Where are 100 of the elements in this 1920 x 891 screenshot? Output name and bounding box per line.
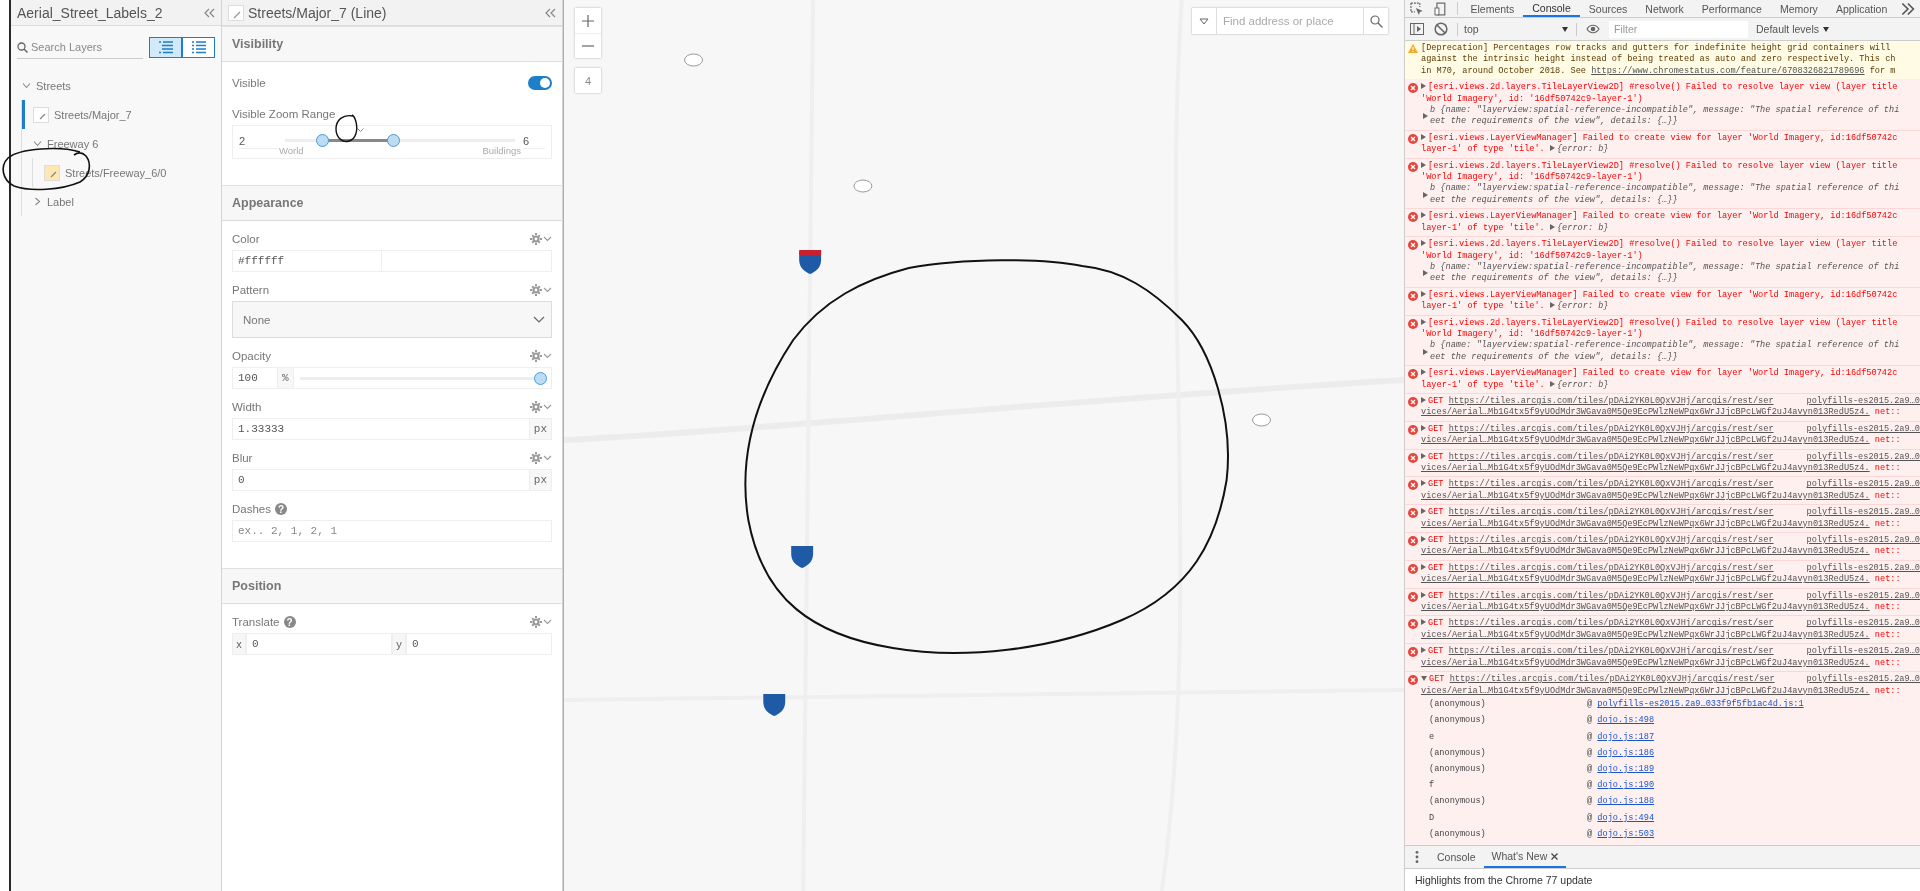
request-url[interactable]: vices/Aerial…Mb1G4tx5f9yUOdMdr3WGava0M5Qe9EcPWlzNeWPqx6WrJJjcBPcLWGf2uJ4avyn013RedU5z4. bbox=[1421, 435, 1870, 446]
disclosure-triangle-icon[interactable] bbox=[1421, 369, 1426, 376]
levels-dropdown[interactable]: Default levels bbox=[1756, 23, 1830, 35]
list-view-button[interactable] bbox=[149, 37, 182, 58]
disclosure-triangle-icon[interactable] bbox=[1549, 302, 1555, 309]
settings-dropdown-icon[interactable] bbox=[530, 284, 552, 296]
stack-source-link[interactable]: dojo.js:187 bbox=[1597, 731, 1655, 744]
stack-source-link[interactable]: polyfills-es2015.2a9…033f9f5fb1ac4d.js:1 bbox=[1597, 699, 1804, 711]
zoom-in-button[interactable] bbox=[575, 8, 601, 33]
request-url[interactable]: https://tiles.arcgis.com/tiles/pDAi2YK0L0QxVJHj/arcgis/rest/ser bbox=[1448, 618, 1774, 629]
disclosure-triangle-icon[interactable] bbox=[1421, 212, 1426, 219]
devtools-tab[interactable]: Application bbox=[1826, 0, 1897, 17]
source-link[interactable]: polyfills-es2015.2a9…0 bbox=[1806, 590, 1920, 603]
stack-source-link[interactable]: dojo.js:189 bbox=[1597, 764, 1655, 776]
input-field[interactable]: 0 bbox=[246, 633, 392, 655]
disclosure-triangle-icon[interactable] bbox=[1549, 145, 1555, 152]
request-url[interactable]: https://tiles.arcgis.com/tiles/pDAi2YK0L0QxVJHj/arcgis/rest/ser bbox=[1449, 674, 1775, 685]
request-url[interactable]: vices/Aerial…Mb1G4tx5f9yUOdMdr3WGava0M5Qe9EcPWlzNeWPqx6WrJJjcBPcLWGf2uJ4avyn013RedU5z4. bbox=[1421, 657, 1870, 668]
object-preview[interactable]: {error: b} bbox=[1556, 379, 1609, 390]
list-view-button[interactable] bbox=[182, 37, 215, 58]
collapse-icon[interactable] bbox=[544, 7, 556, 18]
console-link[interactable]: https://www.chromestatus.com/feature/6708326821789696 bbox=[1591, 65, 1865, 76]
collapse-icon[interactable] bbox=[203, 7, 215, 18]
tree-item[interactable]: Label bbox=[22, 187, 221, 216]
source-link[interactable]: polyfills-es2015.2a9…0 bbox=[1806, 451, 1920, 463]
devtools-tab[interactable]: Memory bbox=[1770, 0, 1827, 17]
request-url[interactable]: https://tiles.arcgis.com/tiles/pDAi2YK0L0QxVJHj/arcgis/rest/ser bbox=[1448, 423, 1774, 434]
disclosure-triangle-icon[interactable] bbox=[1421, 133, 1426, 140]
request-url[interactable]: https://tiles.arcgis.com/tiles/pDAi2YK0L0QxVJHj/arcgis/rest/ser bbox=[1448, 395, 1774, 406]
settings-dropdown-icon[interactable] bbox=[530, 401, 552, 413]
stack-source-link[interactable]: dojo.js:503 bbox=[1597, 828, 1655, 841]
disclosure-triangle-icon[interactable] bbox=[1421, 396, 1426, 403]
settings-dropdown-icon[interactable] bbox=[530, 452, 552, 464]
request-url[interactable]: vices/Aerial…Mb1G4tx5f9yUOdMdr3WGava0M5Qe9EcPWlzNeWPqx6WrJJjcBPcLWGf2uJ4avyn013RedU5z4. bbox=[1421, 629, 1870, 640]
slider-thumb[interactable] bbox=[387, 134, 401, 147]
source-link[interactable]: polyfills-es2015.2a9…0 bbox=[1806, 562, 1920, 575]
request-url[interactable]: https://tiles.arcgis.com/tiles/pDAi2YK0L0QxVJHj/arcgis/rest/ser bbox=[1448, 507, 1774, 518]
input-field[interactable]: 1.33333 bbox=[232, 418, 530, 440]
devtools-tab[interactable]: Elements bbox=[1461, 0, 1524, 17]
stack-source-link[interactable]: dojo.js:190 bbox=[1597, 780, 1655, 792]
slider-thumb[interactable] bbox=[315, 134, 329, 147]
object-preview[interactable]: b {name: "layerview:spatial-reference-incompatible", message: "The spatial reference of thi eet the requirements of the view", details: {…}} bbox=[1430, 261, 1900, 285]
source-link[interactable]: polyfills-es2015.2a9…0 bbox=[1806, 646, 1920, 658]
stack-source-link[interactable]: dojo.js:494 bbox=[1597, 812, 1655, 824]
request-url[interactable]: https://tiles.arcgis.com/tiles/pDAi2YK0L0QxVJHj/arcgis/rest/ser bbox=[1448, 479, 1774, 490]
disclosure-triangle-icon[interactable] bbox=[1421, 480, 1426, 487]
close-icon[interactable] bbox=[1551, 852, 1559, 860]
devtools-tab[interactable]: Network bbox=[1636, 0, 1693, 17]
request-url[interactable]: https://tiles.arcgis.com/tiles/pDAi2YK0L0QxVJHj/arcgis/rest/ser bbox=[1448, 451, 1774, 462]
search-field[interactable]: Search Layers bbox=[17, 36, 143, 59]
inspect-icon[interactable] bbox=[1410, 1, 1424, 16]
eye-icon[interactable] bbox=[1586, 22, 1600, 36]
settings-dropdown-icon[interactable] bbox=[530, 350, 552, 362]
drawer-tab[interactable]: What's New bbox=[1483, 846, 1567, 868]
devtools-tab[interactable]: Sources bbox=[1579, 0, 1637, 17]
source-link[interactable]: polyfills-es2015.2a9…0 bbox=[1806, 674, 1920, 686]
drawer-tab[interactable]: Console bbox=[1429, 846, 1484, 868]
slider-thumb[interactable] bbox=[534, 372, 547, 385]
request-url[interactable]: vices/Aerial…Mb1G4tx5f9yUOdMdr3WGava0M5Qe9EcPWlzNeWPqx6WrJJjcBPcLWGf2uJ4avyn013RedU5z4. bbox=[1421, 490, 1870, 501]
disclosure-triangle-icon[interactable] bbox=[1421, 290, 1426, 297]
source-link[interactable]: polyfills-es2015.2a9…0 bbox=[1806, 618, 1920, 630]
source-link[interactable]: polyfills-es2015.2a9…0 bbox=[1806, 507, 1920, 519]
input-field[interactable]: ex.. 2, 1, 2, 1 bbox=[232, 520, 552, 542]
context-dropdown[interactable]: top bbox=[1462, 23, 1572, 35]
disclosure-triangle-icon[interactable] bbox=[1423, 113, 1428, 120]
disclosure-triangle-icon[interactable] bbox=[1421, 619, 1426, 626]
stack-source-link[interactable]: dojo.js:188 bbox=[1597, 796, 1655, 808]
source-link[interactable]: polyfills-es2015.2a9…0 bbox=[1806, 395, 1920, 408]
source-link[interactable]: polyfills-es2015.2a9…0 bbox=[1806, 423, 1920, 436]
disclosure-triangle-icon[interactable] bbox=[1421, 83, 1426, 90]
source-link[interactable]: polyfills-es2015.2a9…0 bbox=[1806, 535, 1920, 547]
request-url[interactable]: https://tiles.arcgis.com/tiles/pDAi2YK0L0QxVJHj/arcgis/rest/ser bbox=[1448, 590, 1774, 601]
settings-dropdown-icon[interactable] bbox=[530, 616, 552, 628]
object-preview[interactable]: {error: b} bbox=[1556, 144, 1609, 155]
search-button[interactable] bbox=[1363, 8, 1388, 34]
disclosure-triangle-icon[interactable] bbox=[1421, 536, 1426, 543]
tree-item[interactable]: Streets bbox=[11, 71, 221, 100]
request-url[interactable]: vices/Aerial…Mb1G4tx5f9yUOdMdr3WGava0M5Qe9EcPWlzNeWPqx6WrJJjcBPcLWGf2uJ4avyn013RedU5z4. bbox=[1421, 518, 1870, 529]
request-url[interactable]: vices/Aerial…Mb1G4tx5f9yUOdMdr3WGava0M5Qe9EcPWlzNeWPqx6WrJJjcBPcLWGf2uJ4avyn013RedU5z4. bbox=[1421, 407, 1870, 418]
disclosure-triangle-icon[interactable] bbox=[1421, 563, 1426, 570]
object-preview[interactable]: {error: b} bbox=[1556, 222, 1609, 233]
input-field[interactable]: 0 bbox=[406, 633, 552, 655]
help-icon[interactable]: ? bbox=[275, 503, 287, 515]
more-tabs-icon[interactable] bbox=[1901, 1, 1915, 16]
disclosure-triangle-icon[interactable] bbox=[1423, 348, 1428, 355]
stack-source-link[interactable]: dojo.js:498 bbox=[1597, 715, 1655, 727]
request-url[interactable]: https://tiles.arcgis.com/tiles/pDAi2YK0L0QxVJHj/arcgis/rest/ser bbox=[1448, 535, 1774, 546]
request-url[interactable]: vices/Aerial…Mb1G4tx5f9yUOdMdr3WGava0M5Qe9EcPWlzNeWPqx6WrJJjcBPcLWGf2uJ4avyn013RedU5z4. bbox=[1421, 574, 1870, 585]
disclosure-triangle-icon[interactable] bbox=[1421, 508, 1426, 515]
disclosure-triangle-icon[interactable] bbox=[1421, 647, 1426, 654]
disclosure-triangle-icon[interactable] bbox=[1421, 240, 1426, 247]
range-value[interactable]: 6 bbox=[523, 135, 545, 149]
dropdown[interactable]: None bbox=[232, 301, 552, 338]
request-url[interactable]: https://tiles.arcgis.com/tiles/pDAi2YK0L0QxVJHj/arcgis/rest/ser bbox=[1448, 562, 1774, 573]
request-url[interactable]: vices/Aerial…Mb1G4tx5f9yUOdMdr3WGava0M5Qe9EcPWlzNeWPqx6WrJJjcBPcLWGf2uJ4avyn013RedU5z4. bbox=[1421, 602, 1870, 613]
object-preview[interactable]: b {name: "layerview:spatial-reference-incompatible", message: "The spatial reference of thi eet the requirements of the view", details: {…}} bbox=[1430, 105, 1900, 128]
input-field[interactable]: 100 bbox=[232, 367, 278, 389]
clear-icon[interactable] bbox=[1434, 22, 1448, 36]
range-value[interactable]: 2 bbox=[239, 135, 277, 149]
sidebar-icon[interactable] bbox=[1410, 22, 1424, 36]
